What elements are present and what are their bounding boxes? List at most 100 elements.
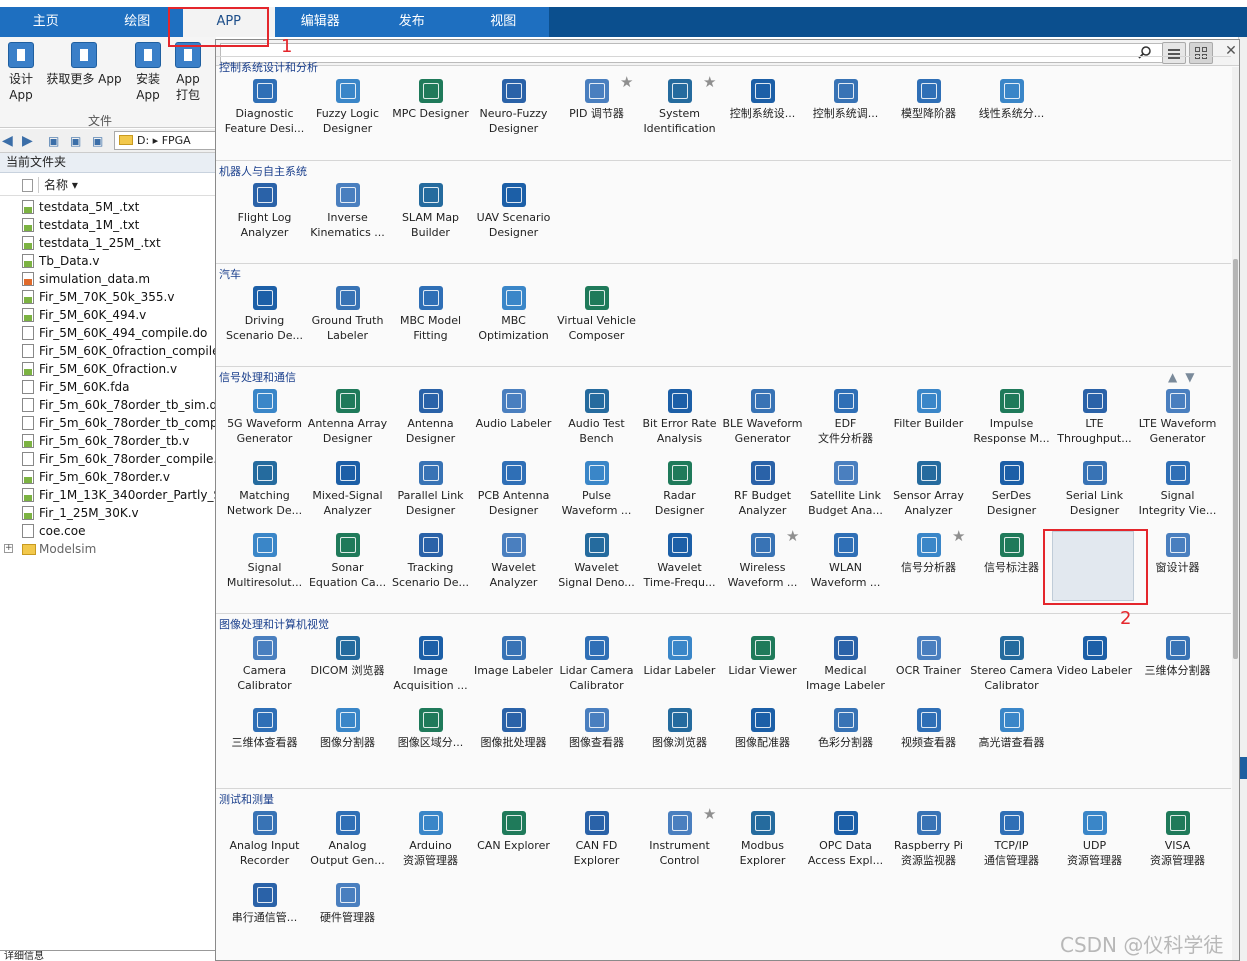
file-row[interactable]: Fir_5m_60k_78order.v: [0, 468, 216, 486]
forward-arrow-icon[interactable]: ▶: [22, 133, 33, 149]
app-tile[interactable]: 信号标注器: [970, 533, 1053, 575]
file-row[interactable]: simulation_data.m: [0, 270, 216, 288]
app-tile[interactable]: Parallel Link Designer: [389, 461, 472, 518]
app-tile[interactable]: EDF 文件分析器: [804, 389, 887, 446]
app-tile[interactable]: Flight Log Analyzer: [223, 183, 306, 240]
app-tile[interactable]: CAN Explorer: [472, 811, 555, 853]
app-tile[interactable]: Pulse Waveform ...: [555, 461, 638, 518]
design-app-button[interactable]: 设计 App: [6, 42, 36, 103]
file-row[interactable]: Fir_5M_60K_0fraction.v: [0, 360, 216, 378]
app-tile[interactable]: SLAM Map Builder: [389, 183, 472, 240]
app-tile[interactable]: 三维体查看器: [223, 708, 306, 750]
app-tile[interactable]: Inverse Kinematics ...: [306, 183, 389, 240]
app-tile[interactable]: MPC Designer: [389, 79, 472, 121]
up-folder-icon[interactable]: ▣: [48, 134, 59, 148]
app-tile[interactable]: Lidar Labeler: [638, 636, 721, 678]
app-tile[interactable]: Sonar Equation Ca...: [306, 533, 389, 590]
file-row[interactable]: Fir_5m_60k_78order_tb_sim.do: [0, 396, 216, 414]
file-row[interactable]: coe.coe: [0, 522, 216, 540]
app-tile[interactable]: Antenna Designer: [389, 389, 472, 446]
app-tile[interactable]: Signal Integrity Vie...: [1136, 461, 1219, 518]
app-tile[interactable]: Wavelet Time-Frequ...: [638, 533, 721, 590]
app-tile[interactable]: Serial Link Designer: [1053, 461, 1136, 518]
package-app-button[interactable]: App 打包: [172, 42, 204, 103]
app-tile[interactable]: Stereo Camera Calibrator: [970, 636, 1053, 693]
app-tile[interactable]: Wavelet Analyzer: [472, 533, 555, 590]
favorite-star-icon[interactable]: ★: [703, 805, 716, 823]
app-tile[interactable]: Impulse Response M...: [970, 389, 1053, 446]
favorite-star-icon[interactable]: ★: [620, 73, 633, 91]
install-app-button[interactable]: 安装 App: [132, 42, 164, 103]
refresh-folder-icon[interactable]: ▣: [92, 134, 103, 148]
file-row[interactable]: Fir_5M_60K_0fraction_compile.: [0, 342, 216, 360]
app-tile[interactable]: 图像查看器: [555, 708, 638, 750]
app-tile[interactable]: SerDes Designer: [970, 461, 1053, 518]
file-row[interactable]: testdata_1M_.txt: [0, 216, 216, 234]
app-tile[interactable]: 窗设计器: [1136, 533, 1219, 575]
app-tile[interactable]: Image Labeler: [472, 636, 555, 678]
app-tile[interactable]: 图像浏览器: [638, 708, 721, 750]
tab-3[interactable]: 编辑器: [275, 7, 367, 37]
file-row[interactable]: Tb_Data.v: [0, 252, 216, 270]
file-row[interactable]: Fir_5M_60K_494.v: [0, 306, 216, 324]
app-tile[interactable]: Analog Output Gen...: [306, 811, 389, 868]
app-tile[interactable]: 图像批处理器: [472, 708, 555, 750]
app-tile[interactable]: Radar Designer: [638, 461, 721, 518]
app-tile[interactable]: LTE Waveform Generator: [1136, 389, 1219, 446]
app-tile[interactable]: MBC Model Fitting: [389, 286, 472, 343]
app-tile[interactable]: BLE Waveform Generator: [721, 389, 804, 446]
file-row[interactable]: Fir_5m_60k_78order_compile.d: [0, 450, 216, 468]
app-tile[interactable]: 视频查看器: [887, 708, 970, 750]
app-tile[interactable]: OCR Trainer: [887, 636, 970, 678]
app-tile[interactable]: 图像配准器: [721, 708, 804, 750]
back-arrow-icon[interactable]: ◀: [2, 133, 13, 149]
expand-icon[interactable]: +: [4, 544, 13, 553]
app-tile[interactable]: 三维体分割器: [1136, 636, 1219, 678]
app-tile[interactable]: Arduino 资源管理器: [389, 811, 472, 868]
app-tile[interactable]: RF Budget Analyzer: [721, 461, 804, 518]
app-tile[interactable]: Neuro-Fuzzy Designer: [472, 79, 555, 136]
file-row[interactable]: Fir_1M_13K_340order_Partly_Se: [0, 486, 216, 504]
app-tile[interactable]: 5G Waveform Generator: [223, 389, 306, 446]
app-tile[interactable]: Analog Input Recorder: [223, 811, 306, 868]
app-tile[interactable]: Camera Calibrator: [223, 636, 306, 693]
scroll-arrows[interactable]: ▲▼: [1168, 370, 1202, 384]
app-tile[interactable]: Image Acquisition ...: [389, 636, 472, 693]
tab-0[interactable]: 主页: [0, 7, 92, 37]
app-tile[interactable]: Ground Truth Labeler: [306, 286, 389, 343]
scrollbar-thumb[interactable]: [1233, 259, 1238, 659]
favorite-star-icon[interactable]: ★: [703, 73, 716, 91]
app-tile[interactable]: PCB Antenna Designer: [472, 461, 555, 518]
file-row[interactable]: Fir_5m_60k_78order_tb.v: [0, 432, 216, 450]
app-tile[interactable]: 高光谱查看器: [970, 708, 1053, 750]
app-tile[interactable]: UDP 资源管理器: [1053, 811, 1136, 868]
app-tile[interactable]: Diagnostic Feature Desi...: [223, 79, 306, 136]
name-column-header[interactable]: 名称 ▾: [44, 174, 78, 196]
app-tile[interactable]: 线性系统分...: [970, 79, 1053, 121]
app-tile[interactable]: OPC Data Access Expl...: [804, 811, 887, 868]
file-row[interactable]: testdata_5M_.txt: [0, 198, 216, 216]
app-tile[interactable]: Mixed-Signal Analyzer: [306, 461, 389, 518]
app-tile[interactable]: Modbus Explorer: [721, 811, 804, 868]
app-tile[interactable]: Lidar Camera Calibrator: [555, 636, 638, 693]
file-row[interactable]: Fir_5m_60k_78order_tb_compil: [0, 414, 216, 432]
app-tile[interactable]: Audio Test Bench: [555, 389, 638, 446]
app-tile[interactable]: CAN FD Explorer: [555, 811, 638, 868]
app-tile[interactable]: Raspberry Pi 资源监视器: [887, 811, 970, 868]
app-tile[interactable]: Wavelet Signal Deno...: [555, 533, 638, 590]
app-tile[interactable]: Signal Multiresolut...: [223, 533, 306, 590]
app-tile[interactable]: WLAN Waveform ...: [804, 533, 887, 590]
favorite-star-icon[interactable]: ★: [786, 527, 799, 545]
details-panel-label[interactable]: 详细信息: [0, 950, 216, 961]
app-tile[interactable]: Fuzzy Logic Designer: [306, 79, 389, 136]
app-tile[interactable]: 模型降阶器: [887, 79, 970, 121]
file-row[interactable]: Fir_1_25M_30K.v: [0, 504, 216, 522]
favorite-star-icon[interactable]: ★: [952, 527, 965, 545]
gallery-scrollbar[interactable]: [1232, 67, 1239, 960]
app-tile[interactable]: Filter Builder: [887, 389, 970, 431]
app-tile[interactable]: Virtual Vehicle Composer: [555, 286, 638, 343]
app-tile[interactable]: 图像分割器: [306, 708, 389, 750]
app-tile[interactable]: Video Labeler: [1053, 636, 1136, 678]
folder-row-modelsim[interactable]: + Modelsim: [0, 540, 216, 558]
tab-5[interactable]: 视图: [458, 7, 550, 37]
